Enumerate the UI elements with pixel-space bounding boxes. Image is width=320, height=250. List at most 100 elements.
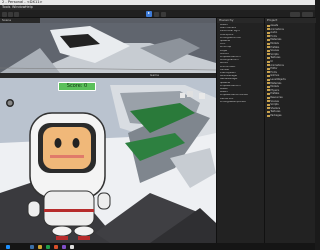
- hierarchy-item[interactable]: PropellerPlatformOffset: [220, 94, 265, 97]
- tab-game[interactable]: Game: [150, 73, 159, 78]
- project-item-label: Textures: [270, 110, 281, 114]
- project-item[interactable]: Scripts: [267, 53, 315, 56]
- project-item[interactable]: Resources: [267, 96, 315, 99]
- layers-dropdown[interactable]: [290, 11, 300, 17]
- hierarchy-item[interactable]: WindTrap: [220, 46, 265, 49]
- project-item[interactable]: LevelObjects: [267, 78, 315, 81]
- project-item[interactable]: Prefabs: [267, 92, 315, 95]
- game-render: [0, 73, 216, 243]
- scene-render: [0, 23, 216, 73]
- hierarchy-item[interactable]: Level3: [220, 91, 265, 94]
- project-item[interactable]: Textures: [267, 110, 315, 113]
- browser-icon[interactable]: [46, 244, 50, 249]
- hierarchy-item[interactable]: Canvas: [220, 69, 265, 72]
- project-item[interactable]: Gizmos: [267, 74, 315, 77]
- project-item[interactable]: Fonts: [267, 35, 315, 38]
- project-item-label: Shaders: [270, 106, 281, 110]
- scene-tab-bar: Scene: [0, 18, 40, 23]
- hierarchy-item[interactable]: MovingPlatform: [220, 59, 265, 62]
- project-item-label: Fonts: [270, 34, 277, 38]
- project-item-label: Scripts: [270, 52, 279, 56]
- project-item-label: Gizmos: [270, 74, 280, 78]
- project-item[interactable]: Assets: [267, 24, 315, 27]
- taskbar: [0, 243, 315, 250]
- project-item[interactable]: Fonts: [267, 71, 315, 74]
- project-item-label: UI: [270, 60, 273, 63]
- toolbar: [0, 10, 315, 18]
- hierarchy-item[interactable]: Environment: [220, 66, 265, 69]
- score-text: Score: 0: [66, 83, 88, 89]
- project-item[interactable]: Prefabs: [267, 46, 315, 49]
- project-item[interactable]: Audio: [267, 31, 315, 34]
- project-item-label: Packages: [270, 114, 282, 117]
- project-item-label: Models: [270, 85, 279, 89]
- project-item[interactable]: Scenes: [267, 49, 315, 52]
- project-item[interactable]: Models: [267, 42, 315, 45]
- project-item-label: Assets: [270, 24, 279, 27]
- project-item[interactable]: UI: [267, 60, 315, 63]
- hierarchy-item[interactable]: Blocks: [220, 62, 265, 65]
- project-item-label: Materials: [270, 38, 282, 42]
- layout-dropdown[interactable]: [302, 11, 313, 17]
- project-item-label: Scripts: [270, 103, 279, 107]
- unity-icon[interactable]: [70, 244, 74, 249]
- project-item[interactable]: Shaders: [267, 107, 315, 110]
- hierarchy-item[interactable]: Coin: [220, 43, 265, 46]
- hierarchy-item[interactable]: PrototypeCorridor: [220, 37, 265, 40]
- hierarchy-item[interactable]: Directional Light: [220, 30, 265, 33]
- hierarchy-item[interactable]: Spawner: [220, 82, 265, 85]
- step-button[interactable]: [161, 11, 166, 17]
- hierarchy-item[interactable]: AudioManager: [220, 75, 265, 78]
- project-item[interactable]: Scripts: [267, 103, 315, 106]
- project-item-label: Editor: [270, 67, 278, 71]
- hierarchy-item[interactable]: Main Camera: [220, 27, 265, 30]
- hierarchy-item[interactable]: Player: [220, 50, 265, 53]
- project-item-label: Models: [270, 42, 279, 45]
- play-button[interactable]: [146, 11, 152, 17]
- pause-button[interactable]: [154, 11, 159, 17]
- tab-hierarchy[interactable]: Hierarchy: [219, 18, 234, 23]
- project-item[interactable]: Materials: [267, 38, 315, 41]
- hierarchy-item[interactable]: PrototypeRampOffset: [220, 101, 265, 104]
- hierarchy-item[interactable]: Checkpoint: [220, 34, 265, 37]
- project-item[interactable]: Packages: [267, 114, 315, 117]
- game-view[interactable]: Game Score: 0: [0, 73, 216, 243]
- file-explorer-icon[interactable]: [30, 244, 34, 249]
- project-item-label: LevelObjects: [270, 78, 286, 81]
- hand-tool-icon[interactable]: [2, 11, 7, 17]
- hierarchy-tab-bar: Hierarchy: [217, 18, 265, 23]
- project-item[interactable]: Editor: [267, 67, 315, 70]
- tab-scene[interactable]: Scene: [2, 18, 11, 23]
- project-panel: Project Assets Animations Audio Fonts Materi…: [264, 18, 316, 243]
- app-icon[interactable]: [54, 244, 58, 249]
- move-tool-icon[interactable]: [8, 11, 13, 17]
- hierarchy-item[interactable]: DanceFloor: [220, 98, 265, 101]
- project-item[interactable]: Models: [267, 85, 315, 88]
- rotate-tool-icon[interactable]: [14, 11, 19, 17]
- tab-project[interactable]: Project: [267, 18, 277, 23]
- project-item-label: Audio: [270, 31, 278, 35]
- folder-icon[interactable]: [38, 244, 42, 249]
- project-item-label: Resources: [270, 96, 283, 99]
- project-item[interactable]: Materials: [267, 82, 315, 85]
- hierarchy-panel: Hierarchy Level1 Main Camera Directional L…: [216, 18, 265, 243]
- scene-view[interactable]: Scene: [0, 18, 216, 73]
- project-item-label: Materials: [270, 81, 282, 85]
- visual-studio-icon[interactable]: [62, 244, 66, 249]
- project-item-label: Physics: [270, 88, 280, 92]
- hierarchy-item[interactable]: GameManager: [220, 78, 265, 81]
- project-item[interactable]: Scenes: [267, 100, 315, 103]
- project-item-label: Textures: [270, 56, 281, 60]
- project-item-label: Fonts: [270, 70, 277, 74]
- project-item-label: Animations: [270, 27, 284, 31]
- hierarchy-item[interactable]: PropellerPlatform: [220, 85, 265, 88]
- project-item-label: Prefabs: [270, 45, 280, 49]
- project-item[interactable]: Physics: [267, 89, 315, 92]
- project-item-label: Scenes: [270, 49, 279, 53]
- project-item[interactable]: Animations: [267, 28, 315, 31]
- project-item[interactable]: Animations: [267, 64, 315, 67]
- windows-start-icon[interactable]: [6, 244, 10, 249]
- project-tab-bar: Project: [265, 18, 316, 23]
- project-item[interactable]: Textures: [267, 56, 315, 59]
- hierarchy-item[interactable]: Ground: [220, 53, 265, 56]
